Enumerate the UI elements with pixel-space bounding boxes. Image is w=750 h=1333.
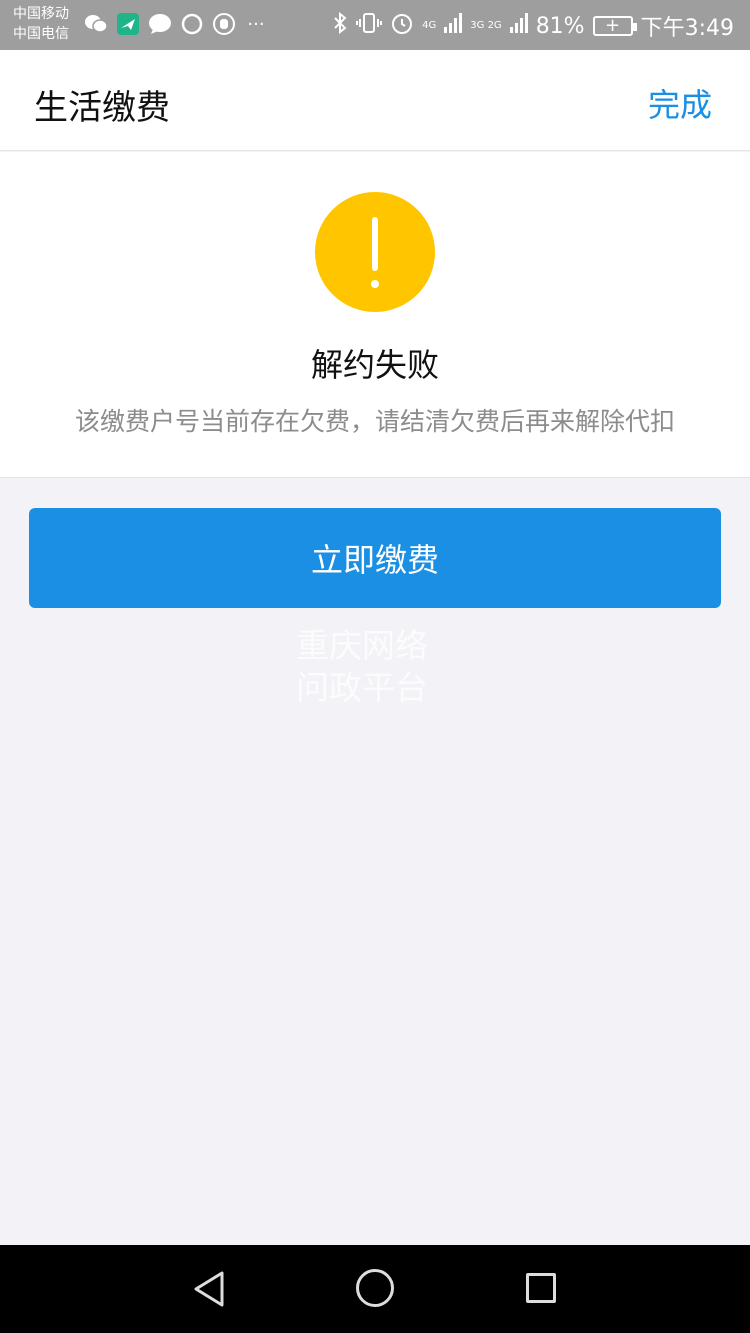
pay-now-button[interactable]: 立即缴费 [29,508,721,608]
home-circle-icon[interactable] [356,1269,394,1307]
sent-app-icon [116,12,140,36]
page-title: 生活缴费 [34,88,170,128]
system-status: 4G 3G 2G 81% + 下午3:49 [332,10,734,42]
carrier-1: 中国移动 [13,6,69,22]
circle-icon [180,12,204,36]
result-description: 该缴费户号当前存在欠费，请结清欠费后再来解除代扣 [74,407,675,436]
carrier-labels: 中国移动 中国电信 [13,4,69,44]
message-icon [148,12,172,36]
result-heading: 解约失败 [310,346,439,384]
network-type-2: 3G 2G [470,20,502,31]
clock: 下午3:49 [640,16,734,41]
more-icon: ··· [247,13,265,35]
wechat-icon [84,12,108,36]
hand-icon [212,12,236,36]
signal-icon-2 [509,13,528,39]
watermark-line-2: 问政平台 [296,668,428,707]
system-nav-bar [0,1245,750,1333]
recent-apps-square-icon[interactable] [526,1273,556,1303]
status-bar: 中国移动 中国电信 ··· 4G 3G 2G 81% + 下午3:49 [0,0,750,50]
notification-icons: ··· [84,12,268,36]
done-button[interactable]: 完成 [648,80,712,126]
carrier-2: 中国电信 [13,26,69,42]
warning-icon [315,192,435,312]
back-triangle-icon[interactable] [190,1269,230,1309]
vibrate-icon [356,11,383,41]
result-panel: 解约失败 该缴费户号当前存在欠费，请结清欠费后再来解除代扣 [0,152,750,478]
network-type-1: 4G [422,20,437,31]
battery-icon: + [592,16,637,36]
watermark-line-1: 重庆网络 [296,626,428,665]
app-header: 生活缴费 完成 [0,50,750,151]
alarm-icon [390,11,414,41]
battery-percent: 81% [535,13,585,39]
bluetooth-icon [332,11,348,41]
watermark: 重庆网络 问政平台 [296,625,456,709]
signal-icon-1 [444,13,463,39]
